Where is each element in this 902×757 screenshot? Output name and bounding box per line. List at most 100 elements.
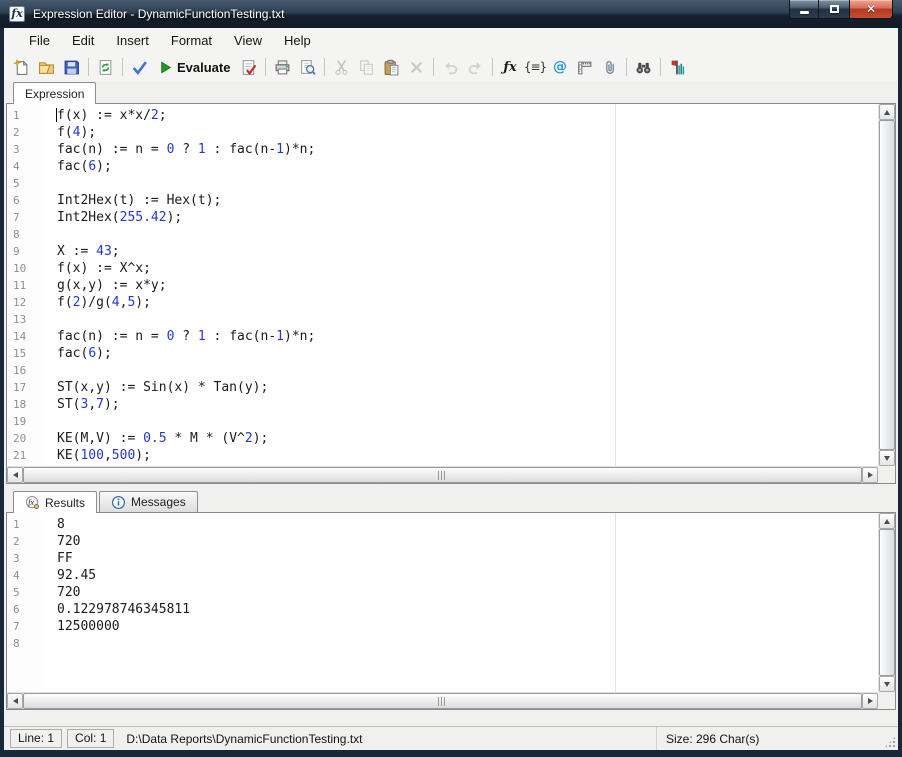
code-line: Int2Hex(t) := Hex(t); — [57, 192, 878, 209]
validate-button[interactable] — [128, 56, 151, 79]
attachment-button[interactable] — [598, 56, 621, 79]
scrollbar-thumb[interactable] — [23, 693, 862, 709]
app-logo-button[interactable] — [666, 56, 689, 79]
tab-results[interactable]: fx Results — [13, 491, 97, 513]
code-line: 92.45 — [57, 567, 878, 584]
save-icon — [63, 59, 80, 76]
undo-button — [439, 56, 462, 79]
refresh-button[interactable] — [94, 56, 117, 79]
function-fx-icon: ƒx — [503, 60, 516, 75]
print-button[interactable] — [271, 56, 294, 79]
results-horizontal-scrollbar[interactable] — [7, 692, 878, 709]
code-line: f(4); — [57, 124, 878, 141]
save-button[interactable] — [60, 56, 83, 79]
ruler-button[interactable] — [573, 56, 596, 79]
scroll-right-button[interactable] — [862, 693, 878, 709]
binoculars-icon — [635, 59, 652, 76]
code-line: fac(6); — [57, 158, 878, 175]
paste-icon — [383, 59, 400, 76]
app-icon: fx — [9, 6, 25, 22]
scroll-left-button[interactable] — [7, 467, 23, 483]
code-line: X := 43; — [57, 243, 878, 260]
arrow-left-icon — [13, 472, 18, 478]
evaluate-label: Evaluate — [177, 60, 230, 75]
status-line-indicator: Line: 1 — [10, 729, 62, 748]
code-line: Int2Hex(255.42); — [57, 209, 878, 226]
maximize-button[interactable] — [819, 0, 849, 19]
play-icon — [158, 60, 173, 75]
toolbar-separator — [433, 58, 434, 76]
menu-insert[interactable]: Insert — [105, 30, 160, 51]
code-line: fac(6); — [57, 345, 878, 362]
toolbar-separator — [626, 58, 627, 76]
scrollbar-thumb[interactable] — [23, 467, 862, 483]
status-bar: Line: 1 Col: 1 D:\Data Reports\DynamicFu… — [4, 726, 898, 750]
scroll-down-button[interactable] — [879, 450, 895, 466]
expression-editor-panel: 123456789101112131415161718192021 f(x) :… — [6, 103, 896, 484]
minimize-button[interactable] — [789, 0, 819, 19]
code-line: g(x,y) := x*y; — [57, 277, 878, 294]
results-panel: 12345678 8720FF92.457200.122978746345811… — [6, 512, 896, 710]
editor-code-area[interactable]: f(x) := x*x/2;f(4); fac(n) := n = 0 ? 1 :… — [7, 104, 878, 466]
app-window: fx Expression Editor - DynamicFunctionTe… — [0, 0, 902, 757]
editor-vertical-scrollbar[interactable] — [878, 104, 895, 466]
resize-grip-icon[interactable] — [884, 736, 896, 748]
code-line: 12500000 — [57, 618, 878, 635]
title-bar[interactable]: fx Expression Editor - DynamicFunctionTe… — [0, 0, 902, 28]
code-line: 0.122978746345811 — [57, 601, 878, 618]
menu-help[interactable]: Help — [273, 30, 322, 51]
format-braces-button[interactable]: {≡} — [523, 56, 546, 79]
code-line: ST(x,y) := Sin(x) * Tan(y); — [57, 379, 878, 396]
editor-viewport[interactable]: 123456789101112131415161718192021 f(x) :… — [7, 104, 878, 466]
scrollbar-corner — [878, 692, 895, 709]
code-line: f(x) := x*x/2; — [57, 107, 878, 124]
arrow-down-icon — [884, 456, 890, 461]
evaluate-report-button[interactable] — [237, 56, 260, 79]
results-viewport[interactable]: 12345678 8720FF92.457200.122978746345811… — [7, 513, 878, 692]
menu-edit[interactable]: Edit — [61, 30, 105, 51]
code-line — [57, 362, 878, 379]
tab-expression[interactable]: Expression — [13, 82, 96, 104]
find-button[interactable] — [632, 56, 655, 79]
close-button[interactable]: ✕ — [849, 0, 893, 19]
paste-button[interactable] — [380, 56, 403, 79]
function-button[interactable]: ƒx — [498, 56, 521, 79]
scroll-down-button[interactable] — [879, 676, 895, 692]
menu-view[interactable]: View — [223, 30, 273, 51]
toolbar-separator — [265, 58, 266, 76]
menu-format[interactable]: Format — [160, 30, 223, 51]
code-line — [57, 413, 878, 430]
results-vertical-scrollbar[interactable] — [878, 513, 895, 692]
redo-icon — [467, 59, 484, 76]
scroll-right-button[interactable] — [862, 467, 878, 483]
scrollbar-corner — [878, 466, 895, 483]
scrollbar-thumb[interactable] — [879, 120, 895, 450]
print-preview-button[interactable] — [296, 56, 319, 79]
evaluate-button[interactable]: Evaluate — [153, 56, 235, 79]
code-line — [57, 175, 878, 192]
editor-horizontal-scrollbar[interactable] — [7, 466, 878, 483]
tab-messages[interactable]: Messages — [99, 491, 198, 512]
menu-file[interactable]: File — [18, 30, 61, 51]
toolbar-separator — [492, 58, 493, 76]
bottom-gap — [4, 710, 898, 726]
code-line: KE(M,V) := 0.5 * M * (V^2); — [57, 430, 878, 447]
open-folder-icon — [38, 59, 55, 76]
scroll-up-button[interactable] — [879, 513, 895, 529]
scrollbar-thumb[interactable] — [879, 529, 895, 676]
code-line: 720 — [57, 533, 878, 550]
scroll-left-button[interactable] — [7, 693, 23, 709]
code-line: fac(n) := n = 0 ? 1 : fac(n-1)*n; — [57, 328, 878, 345]
new-file-button[interactable] — [10, 56, 33, 79]
minimize-icon — [800, 11, 809, 14]
code-line: 8 — [57, 516, 878, 533]
code-line — [57, 226, 878, 243]
window-title: Expression Editor - DynamicFunctionTesti… — [33, 7, 284, 21]
open-file-button[interactable] — [35, 56, 58, 79]
scroll-up-button[interactable] — [879, 104, 895, 120]
at-reference-button[interactable]: @ — [548, 56, 571, 79]
code-line: FF — [57, 550, 878, 567]
delete-button — [405, 56, 428, 79]
copy-button — [355, 56, 378, 79]
status-size-indicator: Size: 296 Char(s) — [656, 727, 759, 750]
